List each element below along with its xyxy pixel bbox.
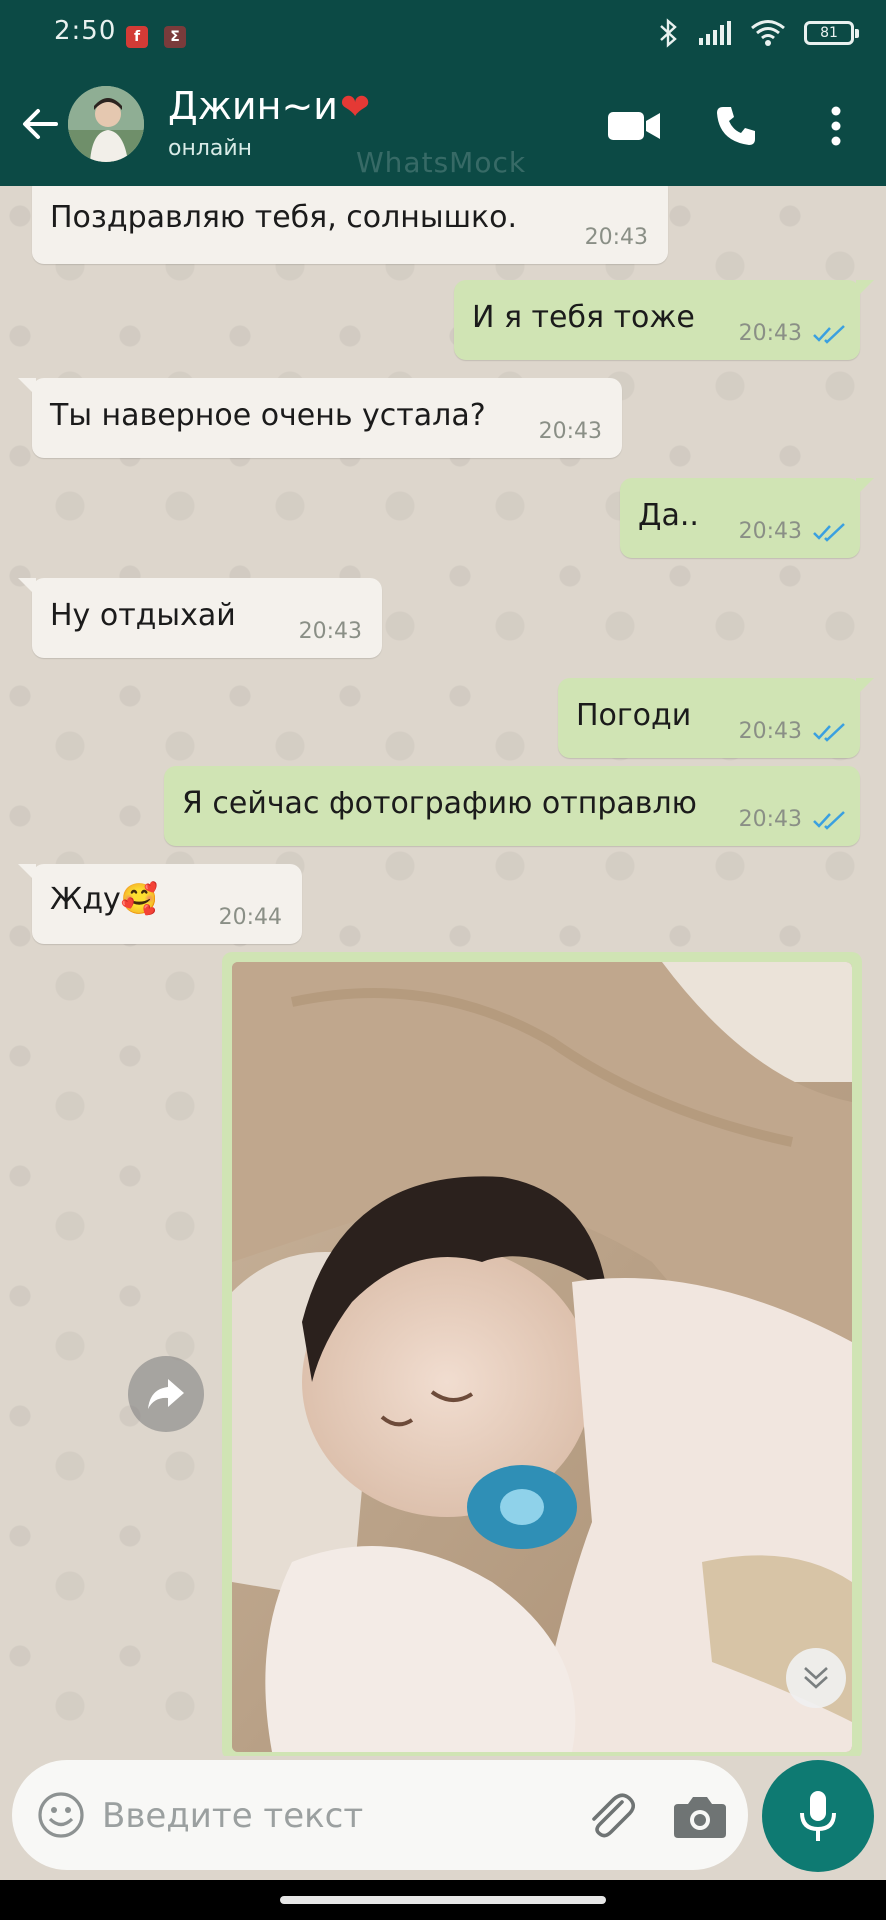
- mic-button[interactable]: [762, 1760, 874, 1872]
- contact-name[interactable]: Джин~и❤: [168, 84, 370, 128]
- voice-call-button[interactable]: [708, 98, 764, 154]
- bubble-tail: [18, 378, 36, 396]
- home-gesture-handle[interactable]: [280, 1896, 606, 1904]
- message-text: Ты наверное очень устала?: [50, 398, 486, 433]
- chat-area[interactable]: Поздравляю тебя, солнышко. 20:43 И я теб…: [0, 186, 886, 1756]
- message-outgoing-photo[interactable]: [222, 952, 862, 1756]
- avatar-image: [68, 86, 144, 162]
- message-incoming[interactable]: Ну отдыхай 20:43: [18, 578, 382, 658]
- message-composer: [12, 1760, 748, 1870]
- avatar[interactable]: [68, 86, 144, 162]
- message-text: Поздравляю тебя, солнышко.: [50, 200, 518, 235]
- status-bar: 2:50 f Σ 81: [0, 0, 886, 62]
- notification-icon: f: [126, 26, 148, 48]
- phone-icon: [717, 107, 755, 145]
- status-time: 2:50: [54, 16, 117, 46]
- message-text: Жду🥰: [50, 882, 159, 917]
- more-options-button[interactable]: [808, 98, 864, 154]
- message-time: 20:43: [738, 807, 802, 832]
- heart-icon: ❤: [340, 87, 371, 128]
- camera-icon[interactable]: [672, 1790, 728, 1842]
- bubble-tail: [856, 678, 874, 696]
- read-ticks-icon: [813, 325, 845, 344]
- message-text: И я тебя тоже: [472, 300, 695, 335]
- read-ticks-icon: [813, 811, 845, 830]
- microphone-icon: [800, 1791, 836, 1841]
- message-time: 20:43: [298, 619, 362, 644]
- bubble-tail: [856, 478, 874, 496]
- scroll-to-bottom-button[interactable]: [786, 1648, 846, 1708]
- read-ticks-icon: [813, 723, 845, 742]
- bubble-tail: [18, 864, 36, 882]
- message-incoming[interactable]: Ты наверное очень устала? 20:43: [18, 378, 622, 458]
- message-outgoing[interactable]: Погоди 20:43: [558, 678, 874, 758]
- more-vertical-icon: [831, 106, 841, 146]
- message-time: 20:43: [538, 419, 602, 444]
- battery-indicator: 81: [804, 21, 859, 45]
- message-time: 20:43: [738, 321, 802, 346]
- read-ticks-icon: [813, 523, 845, 542]
- system-navigation-bar: [0, 1880, 886, 1920]
- message-time: 20:43: [584, 225, 648, 250]
- message-time: 20:43: [738, 519, 802, 544]
- message-text: Погоди: [576, 698, 692, 733]
- chat-header: Джин~и❤ онлайн WhatsMock: [0, 62, 886, 186]
- message-time: 20:43: [738, 719, 802, 744]
- paperclip-icon[interactable]: [582, 1788, 638, 1844]
- forward-button[interactable]: [128, 1356, 204, 1432]
- wifi-icon: [751, 20, 785, 46]
- signal-icon: [699, 21, 731, 45]
- back-arrow-icon[interactable]: [18, 102, 62, 146]
- message-text: Да..: [638, 498, 699, 533]
- emoji-icon[interactable]: [36, 1790, 86, 1840]
- message-outgoing[interactable]: И я тебя тоже 20:43: [454, 280, 874, 360]
- message-input[interactable]: [100, 1786, 564, 1846]
- status-icons: 81: [658, 18, 859, 48]
- message-outgoing[interactable]: Я сейчас фотографию отправлю 20:43: [164, 766, 860, 846]
- message-time: 20:44: [218, 905, 282, 930]
- video-call-button[interactable]: [606, 98, 662, 154]
- notification-icon: Σ: [164, 26, 186, 48]
- watermark: WhatsMock: [356, 146, 527, 179]
- message-text: Ну отдыхай: [50, 598, 236, 633]
- bluetooth-icon: [660, 18, 677, 48]
- double-chevron-down-icon: [804, 1667, 828, 1689]
- message-incoming[interactable]: Поздравляю тебя, солнышко. 20:43: [32, 186, 668, 264]
- sleeping-baby-photo: [232, 962, 852, 1752]
- photo-image[interactable]: [232, 962, 852, 1752]
- bubble-tail: [18, 578, 36, 596]
- bubble-tail: [856, 280, 874, 298]
- forward-icon: [148, 1379, 184, 1409]
- message-text: Я сейчас фотографию отправлю: [182, 786, 697, 821]
- contact-status: онлайн: [168, 136, 253, 161]
- message-outgoing[interactable]: Да.. 20:43: [620, 478, 874, 558]
- video-camera-icon: [608, 112, 660, 140]
- message-incoming[interactable]: Жду🥰 20:44: [18, 864, 302, 944]
